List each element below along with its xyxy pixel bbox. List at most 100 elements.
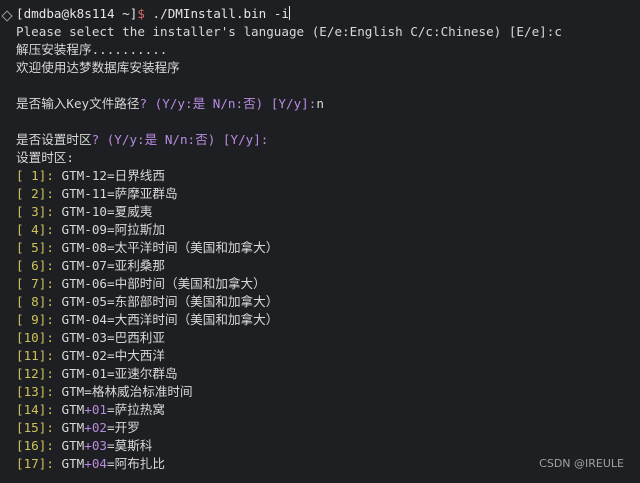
- timezone-separator: :: [46, 276, 62, 291]
- timezone-name: 太平洋时间（美国和加拿大）: [114, 240, 279, 255]
- timezone-code: GTM-05=: [61, 294, 115, 309]
- prompt-open-bracket: [: [16, 6, 24, 21]
- timezone-prompt-line: 是否设置时区? (Y/y:是 N/n:否) [Y/y]:: [16, 131, 640, 149]
- timezone-separator: :: [46, 312, 62, 327]
- timezone-index: [13]: [16, 384, 47, 399]
- timezone-index: [ 4]: [16, 222, 47, 237]
- timezone-index: [ 9]: [16, 312, 47, 327]
- timezone-name: 亚利桑那: [114, 258, 165, 273]
- timezone-separator: :: [46, 348, 62, 363]
- timezone-code: GTM-10=: [61, 204, 115, 219]
- timezone-option: [12]: GTM-01=亚速尔群岛: [16, 365, 640, 383]
- timezone-name: 夏威夷: [114, 204, 153, 219]
- timezone-name: 阿拉斯加: [114, 222, 165, 237]
- timezone-index: [17]: [16, 456, 47, 471]
- timezone-separator: :: [46, 402, 62, 417]
- timezone-separator: :: [46, 258, 62, 273]
- timezone-name: 格林威治标准时间: [91, 384, 193, 399]
- timezone-index: [ 3]: [16, 204, 47, 219]
- timezone-offset: +03: [84, 438, 108, 453]
- text-cursor-icon: [289, 6, 298, 20]
- welcome-line: 欢迎使用达梦数据库安装程序: [16, 59, 640, 77]
- timezone-code: GTM: [61, 456, 85, 471]
- timezone-option: [ 3]: GTM-10=夏威夷: [16, 203, 640, 221]
- timezone-name: =阿布扎比: [107, 456, 165, 471]
- timezone-name: 中部时间（美国和加拿大）: [114, 276, 266, 291]
- timezone-name: 大西洋时间（美国和加拿大）: [114, 312, 279, 327]
- timezone-option: [ 6]: GTM-07=亚利桑那: [16, 257, 640, 275]
- key-prompt-options: ? (Y/y:是 N/n:否) [Y/y]:: [139, 96, 317, 111]
- timezone-code: GTM-01=: [61, 366, 115, 381]
- set-timezone-label-line: 设置时区:: [16, 149, 640, 167]
- timezone-option: [16]: GTM+03=莫斯科: [16, 437, 640, 455]
- timezone-name: 中大西洋: [114, 348, 165, 363]
- prompt-cwd: ~: [114, 6, 130, 21]
- timezone-index: [12]: [16, 366, 47, 381]
- timezone-index: [15]: [16, 420, 47, 435]
- timezone-option: [ 8]: GTM-05=东部部时间（美国和加拿大）: [16, 293, 640, 311]
- timezone-code: GTM-12=: [61, 168, 115, 183]
- timezone-name: 日界线西: [114, 168, 165, 183]
- timezone-option: [14]: GTM+01=萨拉热窝: [16, 401, 640, 419]
- timezone-index: [ 6]: [16, 258, 47, 273]
- key-prompt-line: 是否输入Key文件路径? (Y/y:是 N/n:否) [Y/y]:n: [16, 95, 640, 113]
- timezone-separator: :: [46, 420, 62, 435]
- timezone-offset: +02: [84, 420, 108, 435]
- timezone-code: GTM-11=: [61, 186, 115, 201]
- timezone-separator: :: [46, 438, 62, 453]
- timezone-option: [ 9]: GTM-04=大西洋时间（美国和加拿大）: [16, 311, 640, 329]
- timezone-option: [10]: GTM-03=巴西利亚: [16, 329, 640, 347]
- timezone-name: =萨拉热窝: [107, 402, 165, 417]
- set-timezone-label: 设置时区:: [16, 150, 74, 165]
- timezone-separator: :: [46, 366, 62, 381]
- extracting-line: 解压安装程序..........: [16, 41, 640, 59]
- timezone-index: [16]: [16, 438, 47, 453]
- timezone-option: [15]: GTM+02=开罗: [16, 419, 640, 437]
- timezone-code: GTM-07=: [61, 258, 115, 273]
- extracting-text: 解压安装程序..........: [16, 42, 168, 57]
- terminal-window[interactable]: [dmdba@k8s114 ~]$ ./DMInstall.bin -i Ple…: [0, 0, 640, 483]
- timezone-index: [10]: [16, 330, 47, 345]
- timezone-list: [ 1]: GTM-12=日界线西[ 2]: GTM-11=萨摩亚群岛[ 3]:…: [16, 167, 640, 473]
- timezone-prompt-question: 是否设置时区: [16, 132, 92, 147]
- timezone-code: GTM-09=: [61, 222, 115, 237]
- timezone-index: [ 5]: [16, 240, 47, 255]
- timezone-name: 东部部时间（美国和加拿大）: [114, 294, 279, 309]
- timezone-separator: :: [46, 240, 62, 255]
- timezone-index: [11]: [16, 348, 47, 363]
- timezone-code: GTM=: [61, 384, 92, 399]
- command-text: ./DMInstall.bin -i: [144, 6, 290, 21]
- key-prompt-answer: n: [316, 96, 324, 111]
- timezone-code: GTM: [61, 402, 85, 417]
- timezone-option: [ 2]: GTM-11=萨摩亚群岛: [16, 185, 640, 203]
- timezone-option: [ 1]: GTM-12=日界线西: [16, 167, 640, 185]
- timezone-option: [ 7]: GTM-06=中部时间（美国和加拿大）: [16, 275, 640, 293]
- timezone-option: [ 4]: GTM-09=阿拉斯加: [16, 221, 640, 239]
- timezone-name: 萨摩亚群岛: [114, 186, 178, 201]
- timezone-code: GTM-06=: [61, 276, 115, 291]
- command-line[interactable]: [dmdba@k8s114 ~]$ ./DMInstall.bin -i: [16, 5, 640, 23]
- prompt-marker-icon: [1, 10, 13, 22]
- timezone-code: GTM-04=: [61, 312, 115, 327]
- timezone-index: [ 7]: [16, 276, 47, 291]
- prompt-user-host: dmdba@k8s114: [23, 6, 115, 21]
- prompt-dollar: $: [137, 6, 145, 21]
- key-prompt-question: 是否输入Key文件路径: [16, 96, 140, 111]
- timezone-name: 亚速尔群岛: [114, 366, 178, 381]
- timezone-separator: :: [46, 168, 62, 183]
- timezone-name: =开罗: [107, 420, 140, 435]
- timezone-option: [13]: GTM=格林威治标准时间: [16, 383, 640, 401]
- timezone-offset: +04: [84, 456, 108, 471]
- terminal-output: [dmdba@k8s114 ~]$ ./DMInstall.bin -i Ple…: [16, 5, 640, 473]
- timezone-separator: :: [46, 186, 62, 201]
- watermark: CSDN @IREULE: [539, 457, 624, 470]
- timezone-index: [ 8]: [16, 294, 47, 309]
- timezone-code: GTM-08=: [61, 240, 115, 255]
- timezone-name: 巴西利亚: [114, 330, 165, 345]
- timezone-separator: :: [46, 456, 62, 471]
- timezone-separator: :: [46, 294, 62, 309]
- timezone-separator: :: [46, 384, 62, 399]
- language-prompt-answer: c: [554, 24, 562, 39]
